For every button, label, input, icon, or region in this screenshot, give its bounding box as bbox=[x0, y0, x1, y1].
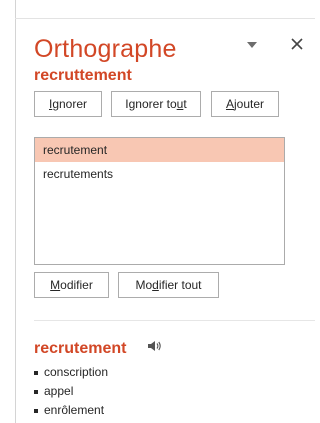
close-icon[interactable] bbox=[290, 37, 304, 51]
suggestions-listbox[interactable]: recrutement recrutements bbox=[34, 137, 285, 265]
bullet bbox=[34, 408, 38, 413]
speaker-icon[interactable] bbox=[148, 340, 162, 352]
pane-top-border bbox=[15, 18, 315, 19]
spelling-pane: Orthographe recruttement Ignorer Ignorer… bbox=[0, 0, 315, 423]
synonym-headword: recrutement bbox=[34, 340, 127, 357]
suggestion-item[interactable]: recrutement bbox=[35, 138, 284, 162]
bullet bbox=[34, 370, 38, 375]
ignore-all-label-prefix: Ignorer to bbox=[125, 97, 177, 111]
change-all-accelerator: d bbox=[152, 278, 159, 292]
suggestion-item[interactable]: recrutements bbox=[35, 162, 284, 186]
bullet bbox=[34, 389, 38, 394]
ignore-label-rest: gnorer bbox=[52, 97, 88, 111]
synonym-item[interactable]: conscription bbox=[34, 363, 108, 382]
synonym-text: appel bbox=[44, 384, 74, 398]
synonym-list: conscription appel enrôlement bbox=[34, 363, 108, 420]
add-accelerator: A bbox=[225, 97, 234, 111]
synonym-item[interactable]: enrôlement bbox=[34, 401, 108, 420]
chevron-down-icon[interactable] bbox=[247, 41, 257, 49]
ignore-button[interactable]: Ignorer bbox=[34, 91, 102, 117]
pane-title: Orthographe bbox=[34, 35, 177, 63]
change-button[interactable]: Modifier bbox=[34, 272, 109, 298]
change-all-label-prefix: Mo bbox=[135, 278, 153, 292]
change-label-rest: odifier bbox=[60, 278, 93, 292]
synonym-text: enrôlement bbox=[44, 403, 105, 417]
ignore-all-label-rest: t bbox=[183, 97, 187, 111]
synonym-item[interactable]: appel bbox=[34, 382, 108, 401]
add-button[interactable]: Ajouter bbox=[211, 91, 279, 117]
misspelled-word: recruttement bbox=[34, 67, 132, 84]
change-all-label-rest: ifier tout bbox=[158, 278, 202, 292]
synonym-text: conscription bbox=[44, 365, 109, 379]
pane-border bbox=[15, 0, 16, 423]
ignore-all-button[interactable]: Ignorer to u t bbox=[111, 91, 201, 117]
add-label-rest: jouter bbox=[233, 97, 265, 111]
change-all-button[interactable]: Mo d ifier tout bbox=[118, 272, 219, 298]
change-accelerator: M bbox=[50, 278, 61, 292]
ignore-all-accelerator: u bbox=[176, 97, 184, 111]
section-divider bbox=[34, 320, 315, 321]
